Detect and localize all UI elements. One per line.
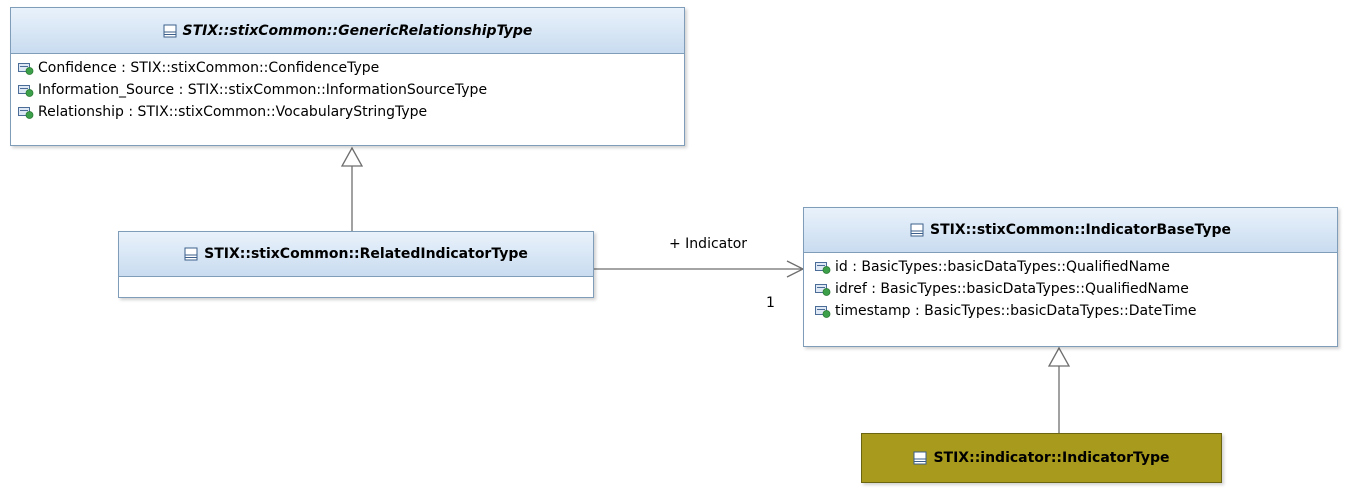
class-related-indicator-type[interactable]: STIX::stixCommon::RelatedIndicatorType [118,231,594,298]
class-name: STIX::stixCommon::GenericRelationshipTyp… [182,22,533,39]
class-header: STIX::stixCommon::IndicatorBaseType [804,208,1337,253]
class-name: STIX::stixCommon::RelatedIndicatorType [204,246,528,262]
attribute-icon [815,306,831,318]
attribute-row[interactable]: Confidence : STIX::stixCommon::Confidenc… [18,57,684,79]
class-icon [913,451,927,465]
class-indicator-base-type[interactable]: STIX::stixCommon::IndicatorBaseType id :… [803,207,1338,347]
attribute-text: Information_Source : STIX::stixCommon::I… [38,82,488,98]
class-icon [184,247,198,261]
association-role-label: + Indicator [669,236,748,252]
class-header: STIX::stixCommon::GenericRelationshipTyp… [11,8,684,54]
generalization-arrowhead-base [1047,346,1071,367]
class-generic-relationship-type[interactable]: STIX::stixCommon::GenericRelationshipTyp… [10,7,685,146]
class-indicator-type[interactable]: STIX::indicator::IndicatorType [861,433,1222,483]
class-name: STIX::indicator::IndicatorType [933,450,1170,466]
attribute-row[interactable]: id : BasicTypes::basicDataTypes::Qualifi… [815,256,1337,278]
class-icon [910,223,924,237]
class-icon [163,24,177,37]
attribute-compartment [119,277,593,342]
generalization-arrowhead-generic [340,146,364,167]
attribute-icon [18,85,34,97]
attribute-row[interactable]: timestamp : BasicTypes::basicDataTypes::… [815,300,1337,322]
attribute-icon [815,262,831,274]
attribute-text: idref : BasicTypes::basicDataTypes::Qual… [835,281,1189,297]
attribute-icon [815,284,831,296]
attribute-row[interactable]: idref : BasicTypes::basicDataTypes::Qual… [815,278,1337,300]
attribute-text: Relationship : STIX::stixCommon::Vocabul… [38,104,428,120]
attribute-row[interactable]: Information_Source : STIX::stixCommon::I… [18,79,684,101]
class-header: STIX::indicator::IndicatorType [862,434,1221,482]
attribute-compartment: id : BasicTypes::basicDataTypes::Qualifi… [804,253,1337,322]
attribute-compartment: Confidence : STIX::stixCommon::Confidenc… [11,54,684,123]
attribute-text: Confidence : STIX::stixCommon::Confidenc… [38,60,380,76]
association-multiplicity-label: 1 [766,295,775,311]
attribute-text: id : BasicTypes::basicDataTypes::Qualifi… [835,259,1170,275]
attribute-icon [18,107,34,119]
class-name: STIX::stixCommon::IndicatorBaseType [930,222,1231,238]
attribute-icon [18,63,34,75]
attribute-text: timestamp : BasicTypes::basicDataTypes::… [835,303,1197,319]
attribute-row[interactable]: Relationship : STIX::stixCommon::Vocabul… [18,101,684,123]
class-header: STIX::stixCommon::RelatedIndicatorType [119,232,593,277]
